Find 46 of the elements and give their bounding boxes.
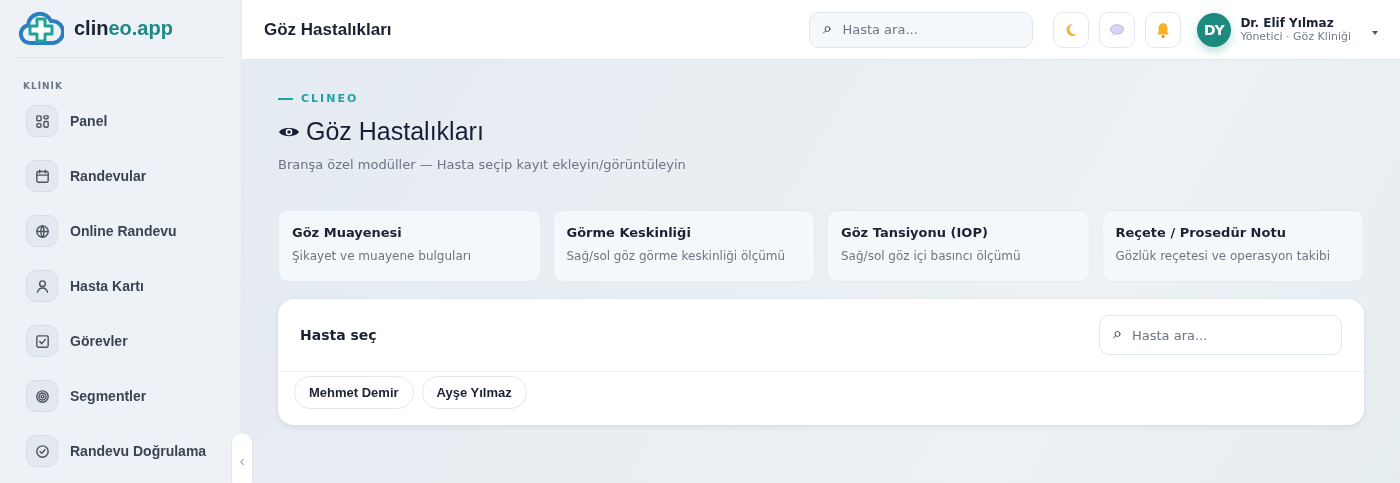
module-title: Görme Keskinliği bbox=[566, 225, 692, 240]
page-subtitle: Branşa özel modüller — Hasta seçip kayıt ekleyin/görüntüleyin bbox=[278, 157, 687, 172]
grid-icon bbox=[33, 112, 51, 130]
page-heading: Göz Hastalıkları bbox=[306, 117, 484, 146]
module-description: Şikayet ve muayene bulguları bbox=[292, 249, 472, 263]
chevron-left-icon bbox=[237, 457, 247, 467]
collapse-button[interactable] bbox=[231, 432, 253, 483]
module-description: Sağ/sol göz içi basıncı ölçümü bbox=[841, 249, 1022, 263]
module-title: Göz Muayenesi bbox=[292, 225, 403, 240]
messages-button[interactable] bbox=[1099, 11, 1136, 48]
chat-bubble-icon bbox=[1109, 21, 1126, 38]
module-title: Göz Tansiyonu (IOP) bbox=[841, 225, 989, 240]
nav-item[interactable]: Randevular bbox=[14, 160, 227, 192]
nav-item[interactable]: Panel bbox=[14, 105, 227, 137]
checkbox-icon bbox=[33, 332, 51, 350]
nav-item[interactable]: Hasta Kartı bbox=[14, 270, 227, 302]
theme-button[interactable] bbox=[1053, 11, 1090, 48]
calendar-icon bbox=[33, 167, 51, 185]
search-field[interactable]: Hasta ara... bbox=[809, 11, 1034, 48]
module-card[interactable]: Göz Tansiyonu (IOP) Sağ/sol göz içi basıncı ölçümü bbox=[827, 210, 1090, 282]
module-card[interactable]: Göz Muayenesi Şikayet ve muayene bulguları bbox=[278, 210, 541, 282]
notifications-button[interactable] bbox=[1145, 11, 1182, 48]
nav-item[interactable]: Görevler bbox=[14, 325, 227, 357]
module-description: Gözlük reçetesi ve operasyon takibi bbox=[1115, 249, 1331, 263]
page-title: Göz Hastalıkları bbox=[264, 19, 393, 40]
eyebrow-label: CLINEO bbox=[301, 92, 359, 105]
search-field[interactable]: Hasta ara... bbox=[1099, 315, 1342, 355]
user-name: Dr. Elif Yılmaz bbox=[1240, 16, 1335, 30]
patient-chip[interactable]: Mehmet Demir bbox=[294, 376, 414, 409]
target-icon bbox=[33, 387, 51, 405]
nav-item[interactable]: Online Randevu bbox=[14, 215, 227, 247]
nav-item[interactable]: Segmentler bbox=[14, 380, 227, 412]
module-title: Reçete / Prosedür Notu bbox=[1115, 225, 1287, 240]
module-card[interactable]: Görme Keskinliği Sağ/sol göz görme keskinliği ölçümü bbox=[552, 210, 815, 282]
logo-text: clineo.app bbox=[74, 17, 173, 40]
avatar: DY bbox=[1197, 12, 1232, 47]
picker-title: Hasta seç bbox=[300, 327, 377, 343]
section-label: KLİNİK bbox=[23, 81, 64, 91]
patient-chip[interactable]: Ayşe Yılmaz bbox=[421, 376, 527, 409]
nav-item[interactable]: Randevu Doğrulama bbox=[14, 435, 227, 467]
user-role: Yönetici · Göz Kliniği bbox=[1240, 30, 1351, 43]
check-circle-icon bbox=[33, 442, 51, 460]
caret-icon[interactable] bbox=[1372, 31, 1378, 35]
module-description: Sağ/sol göz görme keskinliği ölçümü bbox=[566, 249, 787, 263]
globe-icon bbox=[33, 222, 51, 240]
module-card[interactable]: Reçete / Prosedür Notu Gözlük reçetesi ve operasyon takibi bbox=[1101, 210, 1364, 282]
